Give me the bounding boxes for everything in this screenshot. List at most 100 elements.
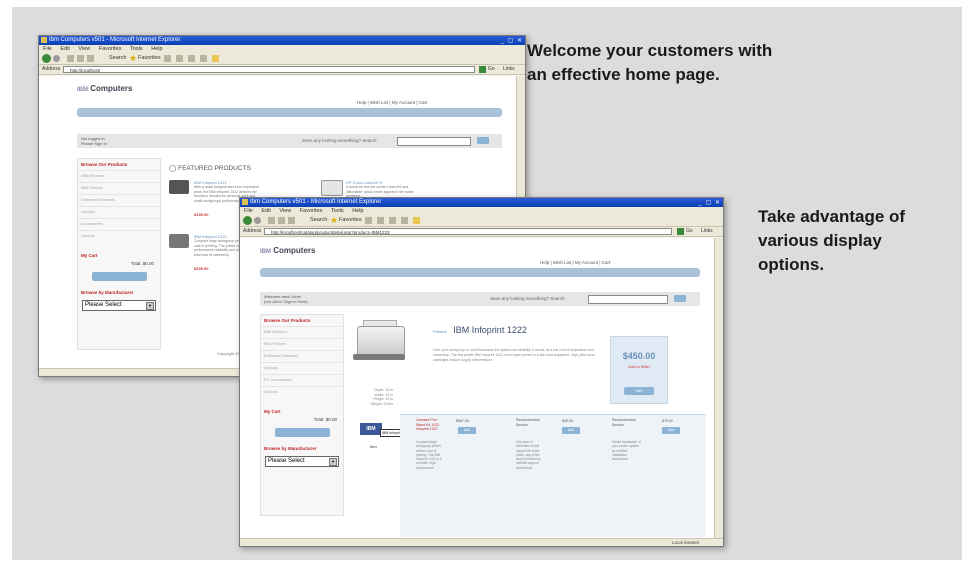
search-button[interactable]: Search [310,215,327,226]
menu-favorites[interactable]: Favorites [300,208,323,214]
top-links[interactable]: Help | Wish List | My Account | Cart [357,100,427,105]
window-controls-icon[interactable]: _ ▢ ✕ [699,199,721,208]
search-button[interactable]: Search [109,53,126,64]
address-input[interactable]: http://localhost/ [63,66,475,73]
menu-tools[interactable]: Tools [130,46,143,52]
go-label[interactable]: Go [488,65,495,74]
ibm-badge[interactable]: IBM [360,423,382,435]
folder-icon[interactable] [212,55,219,62]
rec-add-button[interactable]: Add [458,427,476,434]
site-logo[interactable]: IBM Computers [77,84,132,93]
sidebar-item-accessories[interactable]: PC Accessories [261,374,343,386]
manufacturer-select[interactable]: Please Select ▼ [82,300,156,311]
sign-in-link[interactable]: (not John? Sign In Here) [264,299,308,304]
menu-edit[interactable]: Edit [261,208,270,214]
address-input[interactable]: http://localhost/catalog/productdetail.a… [264,228,672,235]
links-label[interactable]: Links [503,65,515,74]
site-search-input[interactable] [588,295,668,304]
site-search-button[interactable] [477,137,489,144]
history-icon[interactable] [176,55,183,62]
links-label[interactable]: Links [701,227,713,236]
stop-icon[interactable] [268,217,275,224]
window-controls-icon[interactable]: _ ▢ ✕ [501,37,523,46]
refresh-icon[interactable] [278,217,285,224]
rec-price: $75.00 [662,419,673,423]
sidebar-item-warranty[interactable]: Extended Warranty [261,350,343,362]
product-image[interactable] [169,180,189,194]
sidebar-item-accessories[interactable]: Accessories [78,218,160,230]
history-icon[interactable] [377,217,384,224]
checkout-button[interactable] [274,428,330,437]
site-logo[interactable]: IBM Computers [260,246,315,255]
favorites-star-icon[interactable]: ★ [129,53,137,64]
menu-file[interactable]: File [43,46,52,52]
printer-image[interactable] [353,316,405,364]
site-search-input[interactable] [397,137,471,146]
sidebar-item-laptops[interactable]: Laptops [78,206,160,218]
stock-status[interactable]: Add to Wish [611,364,667,369]
menu-help[interactable]: Help [352,208,363,214]
site-search-button[interactable] [674,295,686,302]
sidebar-item-monitors[interactable]: IBM Monitors [78,170,160,182]
favorites-button[interactable]: Favorites [339,215,362,226]
home-sidebar: Browse Our Products IBM Monitors IBM Pri… [77,158,161,350]
back-icon[interactable] [243,216,252,225]
sidebar-item-printers[interactable]: IBM Printers [78,182,160,194]
sign-in-link[interactable]: Please Sign In [81,141,107,146]
rec-add-button[interactable]: Add [562,427,580,434]
sidebar-item-laptops[interactable]: Laptops [261,362,343,374]
mail-icon[interactable] [389,217,396,224]
favorites-button[interactable]: Favorites [138,53,161,64]
nav-browse[interactable]: Browse By... [296,277,321,282]
sidebar-item-options[interactable]: Options [78,230,160,242]
rec-name[interactable]: Recommended Service [612,418,642,427]
menu-view[interactable]: View [279,208,291,214]
nav-home[interactable]: Home [270,277,282,282]
home-icon[interactable] [87,55,94,62]
rec-add-button[interactable]: Add [662,427,680,434]
menu-file[interactable]: File [244,208,253,214]
menu-tools[interactable]: Tools [331,208,344,214]
scrollbar[interactable] [714,238,723,538]
menu-favorites[interactable]: Favorites [99,46,122,52]
chevron-down-icon[interactable]: ▼ [146,302,154,310]
rec-name[interactable]: Lexmark Pro+ Stand Kit 1222 Infoprint 12… [416,418,446,432]
go-icon[interactable] [479,66,486,73]
home-icon[interactable] [288,217,295,224]
mail-icon[interactable] [188,55,195,62]
forward-icon[interactable] [53,55,60,62]
add-to-cart-button[interactable]: Add [624,387,654,395]
menu-help[interactable]: Help [151,46,162,52]
nav-quick-links[interactable]: Quick Links [336,277,359,282]
refresh-icon[interactable] [77,55,84,62]
sidebar-item-warranty[interactable]: Extended Warranty [78,194,160,206]
back-icon[interactable] [42,54,51,63]
media-icon[interactable] [365,217,372,224]
product-brand[interactable]: Printers [433,329,447,334]
checkout-button[interactable] [91,272,147,281]
sidebar-item-options[interactable]: Options [261,386,343,398]
go-icon[interactable] [677,228,684,235]
chevron-down-icon[interactable]: ▼ [329,458,337,466]
forward-icon[interactable] [254,217,261,224]
stop-icon[interactable] [67,55,74,62]
go-label[interactable]: Go [686,227,693,236]
nav-quick-links[interactable]: Quick Links [153,117,176,122]
print-icon[interactable] [200,55,207,62]
manufacturer-select[interactable]: Please Select ▼ [265,456,339,467]
favorites-star-icon[interactable]: ★ [330,215,338,226]
print-icon[interactable] [401,217,408,224]
media-icon[interactable] [164,55,171,62]
sidebar-item-monitors[interactable]: IBM Monitors [261,326,343,338]
product-image[interactable] [169,234,189,248]
folder-icon[interactable] [413,217,420,224]
nav-home[interactable]: Home [87,117,99,122]
rec-name[interactable]: Recommended Service [516,418,546,427]
menu-view[interactable]: View [78,46,90,52]
logo-text: Computers [273,246,316,255]
product-image[interactable] [321,180,343,196]
top-links[interactable]: Help | Wish List | My Account | Cart [540,260,610,265]
menu-edit[interactable]: Edit [60,46,69,52]
nav-browse[interactable]: Browse By... [113,117,138,122]
sidebar-item-printers[interactable]: IBM Printers [261,338,343,350]
